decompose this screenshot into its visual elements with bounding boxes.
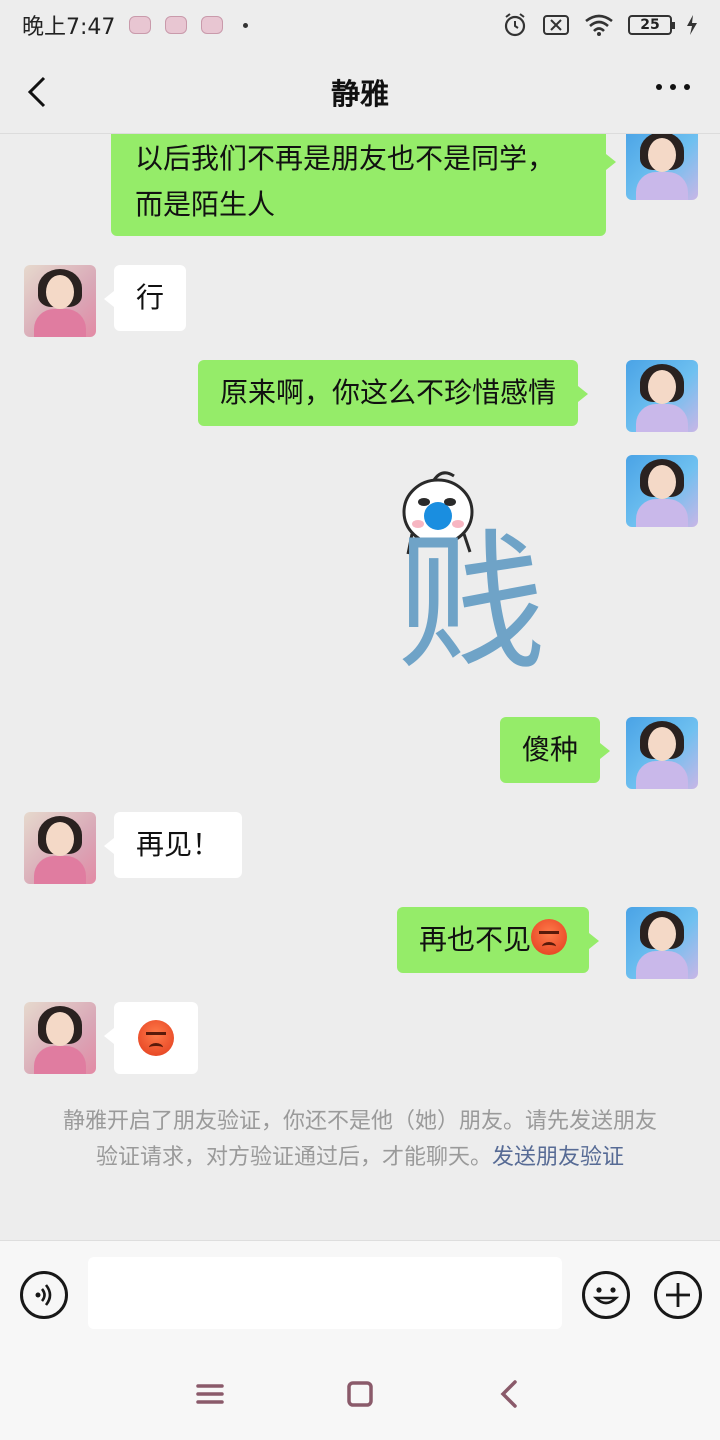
incoming-message-bubble[interactable]: 行 xyxy=(103,265,187,331)
home-icon[interactable] xyxy=(340,1374,380,1414)
wifi-icon xyxy=(585,14,613,36)
app-notification-icon xyxy=(129,16,152,34)
back-icon[interactable] xyxy=(490,1374,530,1414)
system-navigation-bar xyxy=(0,1344,720,1440)
angry-face-icon xyxy=(531,919,568,955)
battery-icon: 25 xyxy=(628,15,675,35)
message-text: 以后我们不再是朋友也不是同学， xyxy=(135,142,556,175)
incoming-message-bubble[interactable]: 再见！ xyxy=(103,812,243,878)
outgoing-message-bubble[interactable]: 原来啊，你这么不珍惜感情 xyxy=(198,360,589,426)
outgoing-message-bubble[interactable]: 再也不见 xyxy=(397,907,600,973)
voice-icon[interactable] xyxy=(20,1271,68,1319)
outgoing-message-bubble[interactable]: 傻种 xyxy=(500,717,611,783)
sticker-message[interactable]: 贱 xyxy=(390,464,570,684)
message-text: 再也不见 xyxy=(419,923,532,956)
incoming-message-bubble[interactable] xyxy=(104,1002,198,1074)
charging-icon xyxy=(687,15,697,35)
notification-icons xyxy=(129,16,249,34)
battery-level: 25 xyxy=(640,17,660,33)
plus-icon[interactable] xyxy=(654,1271,702,1319)
more-dots-icon[interactable] xyxy=(656,84,690,90)
message-text: 再见！ xyxy=(136,828,221,861)
message-input-bar xyxy=(0,1240,720,1344)
status-time: 晚上7:47 xyxy=(22,15,116,40)
my-avatar[interactable] xyxy=(626,717,698,789)
outgoing-message-bubble[interactable]: 以后我们不再是朋友也不是同学， 而是陌生人 xyxy=(111,134,616,236)
sim-disabled-icon xyxy=(543,15,569,35)
contact-avatar[interactable] xyxy=(24,812,96,884)
chat-header: 静雅 xyxy=(0,50,720,134)
more-notifications-dot xyxy=(243,22,249,28)
sticker-text: 贱 xyxy=(396,517,547,691)
my-avatar[interactable] xyxy=(626,907,698,979)
status-bar: 晚上7:47 25 xyxy=(0,0,720,50)
app-notification-icon xyxy=(201,16,224,34)
my-avatar[interactable] xyxy=(626,360,698,432)
message-input[interactable] xyxy=(88,1257,562,1329)
menu-icon[interactable] xyxy=(190,1374,230,1414)
alarm-icon xyxy=(504,13,526,37)
contact-avatar[interactable] xyxy=(24,1002,96,1074)
angry-face-icon xyxy=(138,1020,174,1056)
send-verification-link[interactable]: 发送朋友验证 xyxy=(492,1145,624,1170)
contact-avatar[interactable] xyxy=(24,265,96,337)
chevron-left-icon[interactable] xyxy=(22,72,62,112)
emoji-icon[interactable] xyxy=(582,1271,630,1319)
friend-verification-notice: 静雅开启了朋友验证，你还不是他（她）朋友。请先发送朋友验证请求，对方验证通过后，… xyxy=(60,1104,660,1176)
message-text: 傻种 xyxy=(522,733,579,766)
my-avatar[interactable] xyxy=(626,455,698,527)
chat-title: 静雅 xyxy=(330,76,389,111)
message-text: 而是陌生人 xyxy=(135,188,276,221)
app-notification-icon xyxy=(165,16,188,34)
message-text: 行 xyxy=(136,281,165,314)
my-avatar[interactable] xyxy=(626,134,698,200)
message-list[interactable]: 以后我们不再是朋友也不是同学， 而是陌生人 行 原来啊，你这么不珍惜感情 贱 傻… xyxy=(0,134,720,1240)
message-text: 原来啊，你这么不珍惜感情 xyxy=(220,376,557,409)
